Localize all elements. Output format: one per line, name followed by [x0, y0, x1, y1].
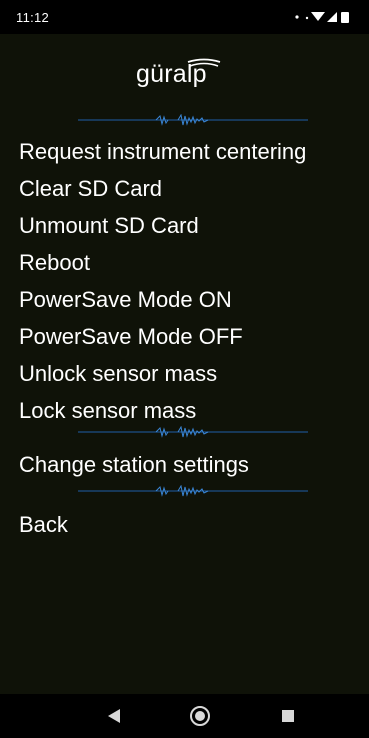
signal-icon [327, 12, 337, 22]
menu-item-powersave-on[interactable]: PowerSave Mode ON [19, 287, 232, 313]
nav-recents-button[interactable] [258, 694, 318, 738]
guralp-logo: güralp [0, 54, 369, 94]
battery-icon [341, 12, 349, 23]
logo-swoosh-icon [187, 58, 221, 67]
menu-item-lock-sensor-mass[interactable]: Lock sensor mass [19, 398, 196, 424]
seismic-divider [78, 426, 308, 438]
nav-back-button[interactable] [84, 694, 144, 738]
menu-item-clear-sd-card[interactable]: Clear SD Card [19, 176, 162, 202]
menu-item-change-station-settings[interactable]: Change station settings [19, 452, 249, 478]
home-circle-icon [190, 706, 210, 726]
status-time: 11:12 [16, 10, 50, 25]
back-triangle-icon [108, 709, 120, 723]
menu-item-unlock-sensor-mass[interactable]: Unlock sensor mass [19, 361, 217, 387]
navigation-bar [0, 694, 369, 738]
recents-square-icon [282, 710, 294, 722]
status-bar: 11:12 [0, 0, 369, 34]
seismic-divider [78, 485, 308, 497]
wifi-icon [311, 12, 325, 21]
app-content: güralp Request instrument centering Clea… [0, 34, 369, 694]
small-dot-icon [305, 16, 309, 20]
menu-item-request-centering[interactable]: Request instrument centering [19, 139, 306, 165]
nav-home-button[interactable] [170, 694, 230, 738]
phone-screen: 11:12 güralp Request instrument centerin… [0, 0, 369, 738]
menu-item-unmount-sd-card[interactable]: Unmount SD Card [19, 213, 199, 239]
seismic-divider [78, 114, 308, 126]
menu-item-reboot[interactable]: Reboot [19, 250, 90, 276]
menu-item-back[interactable]: Back [19, 512, 68, 538]
status-icons [291, 8, 355, 26]
menu-item-powersave-off[interactable]: PowerSave Mode OFF [19, 324, 243, 350]
dot-icon [295, 15, 299, 19]
